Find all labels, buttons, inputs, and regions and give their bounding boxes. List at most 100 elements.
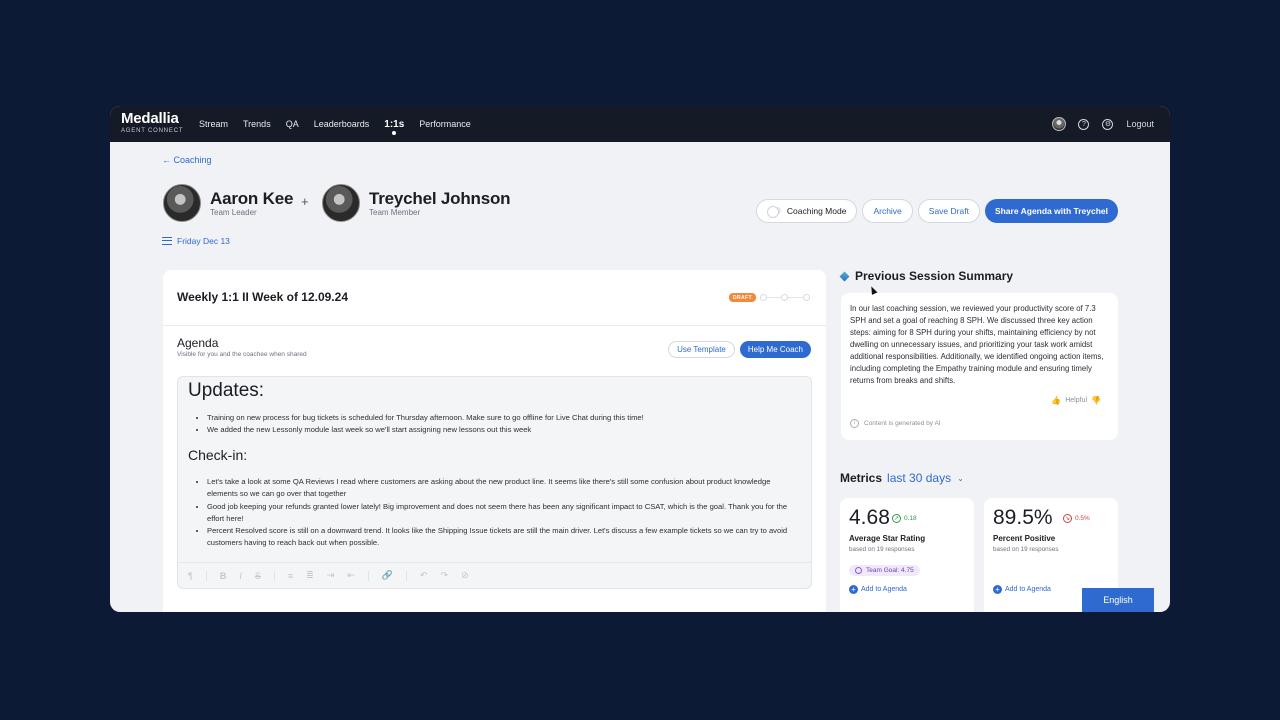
nav-trends[interactable]: Trends [243,106,271,142]
help-me-coach-button[interactable]: Help Me Coach [739,341,811,358]
member-block: Treychel Johnson Team Member [322,184,511,222]
metric-sub: based on 19 responses [993,546,1059,553]
app-window: Medallia AGENT CONNECT Stream Trends QA … [110,106,1170,612]
metric-label: Average Star Rating [849,534,926,543]
coaching-mode-toggle[interactable]: Coaching Mode [755,199,858,223]
step-dot [760,294,767,301]
nav-right: ? ⚙ Logout [1052,106,1154,142]
metric-delta: ↗ 0.18 [892,514,917,523]
agenda-heading: Agenda [177,336,219,350]
plus-icon: + [301,194,309,209]
ai-sparkle-icon [839,271,850,281]
user-avatar[interactable] [1052,117,1067,131]
arrow-down-icon: ↘ [1063,514,1072,523]
indent-icon[interactable]: ⇥ [327,570,335,581]
logout-link[interactable]: Logout [1126,119,1154,129]
clear-format-icon[interactable]: ⊘ [461,570,469,581]
member-name: Treychel Johnson [369,188,511,208]
summary-text: In our last coaching session, we reviewe… [850,304,1104,385]
summary-card: In our last coaching session, we reviewe… [841,293,1118,440]
add-to-agenda-label: Add to Agenda [861,586,907,593]
team-goal-chip: Team Goal: 4.75 [849,565,920,576]
editor-toolbar: ¶ B I S ≡ ≣ ⇥ ⇤ 🔗 ↶ ↷ ⊘ [178,562,811,588]
metric-sub: based on 19 responses [849,546,915,553]
leader-role: Team Leader [210,207,257,217]
add-to-agenda-button[interactable]: + Add to Agenda [849,585,907,594]
list-icon [162,237,172,245]
redo-icon[interactable]: ↷ [441,570,449,581]
list-item: We added the new Lessonly module last we… [207,424,799,436]
agenda-editor[interactable]: Updates: Training on new process for bug… [177,376,812,589]
updates-heading: Updates: [188,380,265,401]
session-card: Weekly 1:1 II Week of 12.09.24 DRAFT Age… [163,270,826,612]
thumbs-down-icon[interactable]: 👎 [1091,396,1101,405]
metric-value: 89.5% [993,506,1053,529]
use-template-button[interactable]: Use Template [668,341,735,358]
metrics-range-dropdown[interactable]: last 30 days [887,471,951,485]
italic-icon[interactable]: I [239,571,242,581]
agenda-subtitle: Visible for you and the coachee when sha… [177,351,307,358]
leader-block: Aaron Kee Team Leader [163,184,293,222]
numbered-list-icon[interactable]: ≣ [306,570,314,581]
header-actions: Coaching Mode Archive Save Draft Share A… [751,199,1118,223]
team-goal-label: Team Goal: 4.75 [866,567,914,574]
add-to-agenda-label: Add to Agenda [1005,586,1051,593]
feedback-row: 👍 Helpful 👎 [1047,396,1105,405]
ai-disclaimer: i Content is generated by AI [850,419,941,428]
metric-value: 4.68 [849,506,890,529]
list-item: Good job keeping your refunds granted lo… [207,501,799,526]
metric-delta: ↘ 0.5% [1063,514,1090,523]
helpful-label: Helpful [1065,397,1088,404]
toggle-switch-icon [766,206,781,218]
member-role: Team Member [369,207,421,217]
list-item: Percent Resolved score is still on a dow… [207,525,799,550]
bullet-list-icon[interactable]: ≡ [288,571,293,581]
session-date: Friday Dec 13 [177,236,230,246]
nav-one-on-ones[interactable]: 1:1s [384,106,404,142]
leader-name: Aaron Kee [210,188,294,208]
top-nav: Medallia AGENT CONNECT Stream Trends QA … [110,106,1170,142]
brand-product: AGENT CONNECT [121,128,184,134]
help-icon[interactable]: ? [1078,118,1090,130]
add-to-agenda-button[interactable]: + Add to Agenda [993,585,1051,594]
strikethrough-icon[interactable]: S [255,571,261,581]
metric-delta-value: 0.18 [904,515,917,522]
arrow-up-icon: ↗ [892,514,901,523]
chevron-down-icon[interactable]: ⌄ [957,474,964,483]
nav-leaderboards[interactable]: Leaderboards [314,106,370,142]
plus-circle-icon: + [993,585,1002,594]
share-agenda-button[interactable]: Share Agenda with Treychel [984,199,1118,223]
metric-delta-value: 0.5% [1075,515,1090,522]
target-icon [855,567,862,574]
session-date-link[interactable]: Friday Dec 13 [162,236,230,246]
metric-label: Percent Positive [993,534,1056,543]
list-item: Let's take a look at some QA Reviews I r… [207,476,799,501]
checkin-heading: Check-in: [188,447,248,463]
link-icon[interactable]: 🔗 [382,570,393,581]
nav-links: Stream Trends QA Leaderboards 1:1s Perfo… [199,106,486,142]
outdent-icon[interactable]: ⇤ [347,570,355,581]
language-button[interactable]: English [1082,588,1154,612]
undo-icon[interactable]: ↶ [420,570,428,581]
back-to-coaching-link[interactable]: ← Coaching [162,155,212,165]
nav-performance[interactable]: Performance [419,106,471,142]
info-icon: i [850,419,859,428]
archive-button[interactable]: Archive [862,199,913,223]
session-title[interactable]: Weekly 1:1 II Week of 12.09.24 [177,290,348,304]
list-item: Training on new process for bug tickets … [207,412,799,424]
summary-heading: Previous Session Summary [839,269,1014,283]
metrics-title: Metrics [840,471,883,485]
thumbs-up-icon[interactable]: 👍 [1051,396,1061,405]
brand-logo[interactable]: Medallia AGENT CONNECT [121,111,183,135]
gear-icon[interactable]: ⚙ [1102,118,1114,130]
bold-icon[interactable]: B [220,571,227,581]
coaching-mode-label: Coaching Mode [786,206,847,216]
save-draft-button[interactable]: Save Draft [917,199,980,223]
session-title-bar: Weekly 1:1 II Week of 12.09.24 DRAFT [163,270,826,326]
paragraph-icon[interactable]: ¶ [188,571,193,581]
step-dot [781,294,788,301]
updates-list: Training on new process for bug tickets … [207,412,799,437]
nav-stream[interactable]: Stream [199,106,228,142]
nav-qa[interactable]: QA [286,106,299,142]
summary-title: Previous Session Summary [855,269,1014,283]
